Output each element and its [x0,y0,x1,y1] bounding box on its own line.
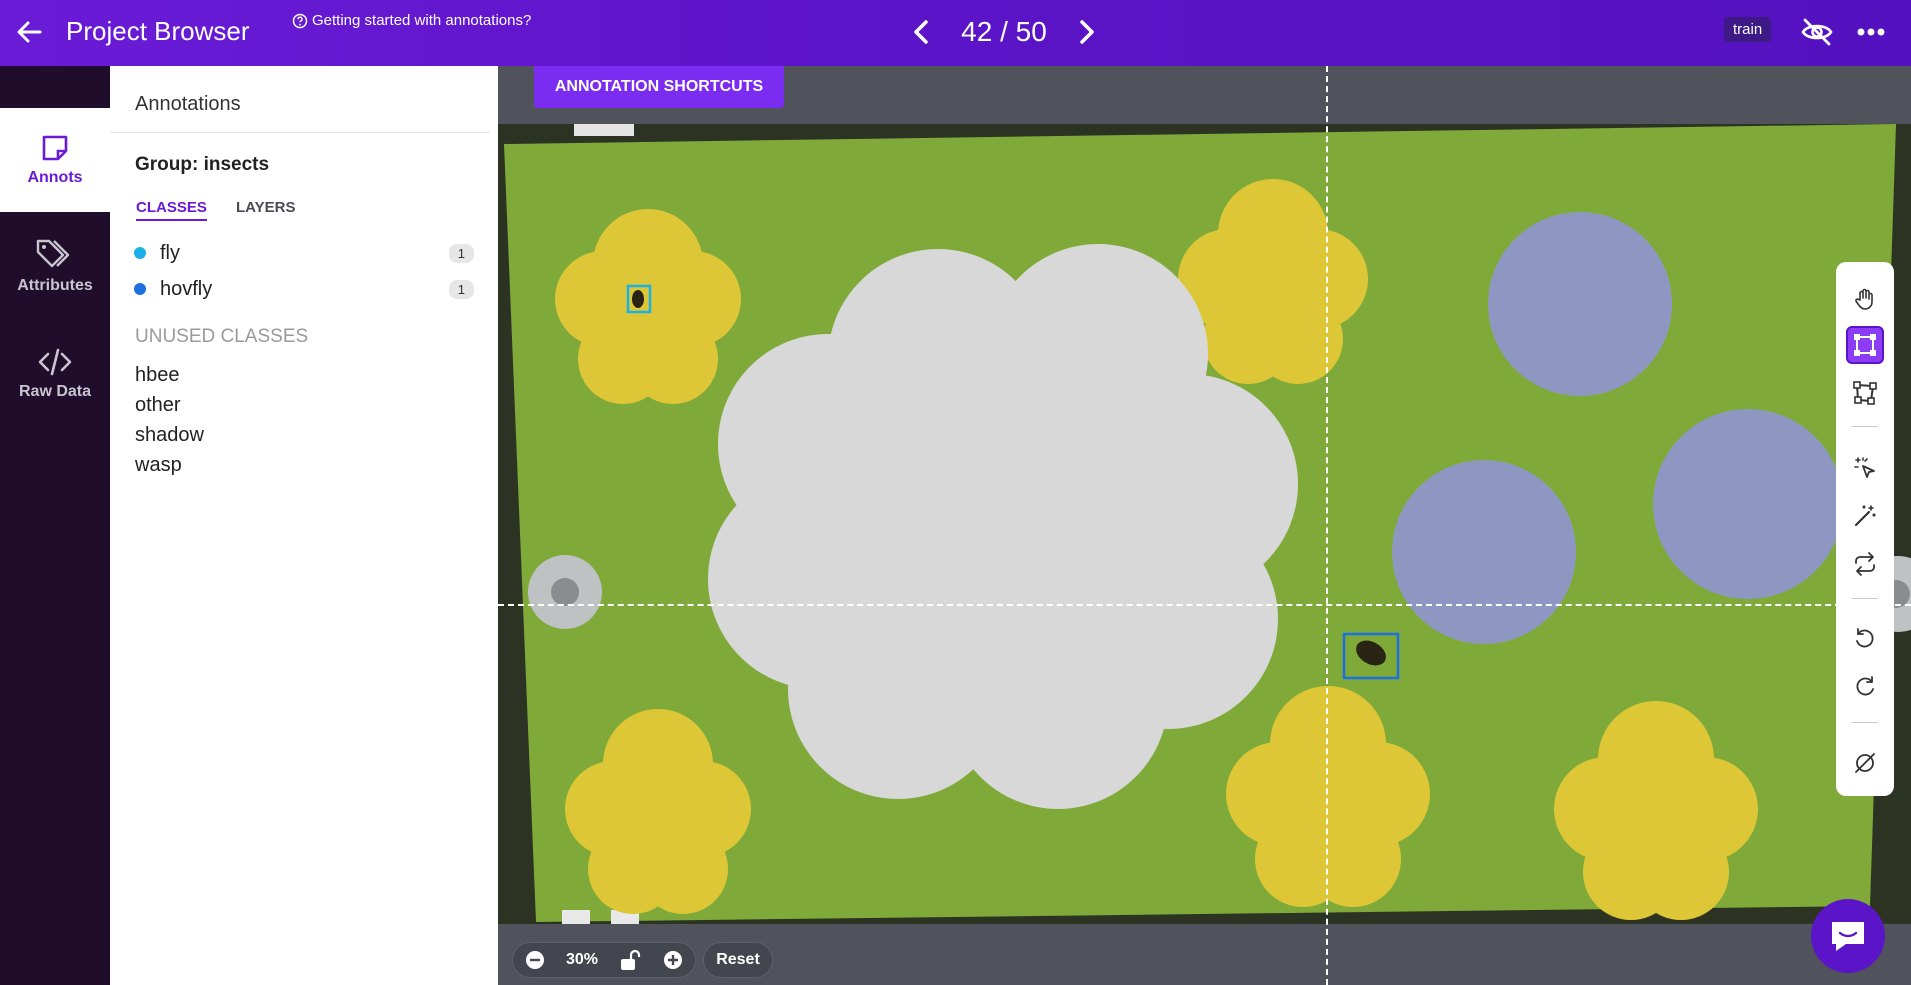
nav-item-raw-data[interactable]: Raw Data [0,322,110,426]
toolbar-divider [1852,598,1878,599]
nav-item-label: Raw Data [18,383,92,400]
magic-select-tool[interactable] [1846,449,1884,487]
tool-toolbar [1836,262,1894,796]
clear-button[interactable] [1846,744,1884,782]
unused-class-other[interactable]: other [135,394,181,417]
class-count-badge: 1 [448,279,474,299]
code-icon [38,348,72,376]
annotated-image [498,124,1911,924]
top-bar: Project Browser Getting started with ann… [0,0,1911,66]
bounding-box-tool[interactable] [1846,326,1884,364]
split-badge[interactable]: train [1724,17,1772,42]
clear-icon [1855,753,1875,773]
unused-class-shadow[interactable]: shadow [135,424,204,447]
previous-image-button[interactable] [906,14,938,50]
magic-wand-tool[interactable] [1846,497,1884,535]
nav-item-label: Annots [27,169,83,186]
nav-item-annots[interactable]: Annots [0,108,110,212]
next-image-button[interactable] [1070,14,1102,50]
zoom-in-button[interactable] [660,947,686,973]
minus-circle-icon [525,951,544,969]
polygon-tool[interactable] [1846,374,1884,412]
annotation-shortcuts-button[interactable]: ANNOTATION SHORTCUTS [534,66,784,108]
group-title: Group: insects [135,154,270,175]
panel-divider [110,132,490,133]
eye-off-icon [1801,18,1833,46]
zoom-out-button[interactable] [522,947,548,973]
back-button[interactable] [12,14,48,50]
toolbar-divider [1852,722,1878,723]
redo-icon [1856,676,1874,696]
toolbar-divider [1852,426,1878,427]
left-navigation: Annots Attributes Raw Data [0,66,110,985]
nav-item-label: Attributes [17,277,93,294]
hand-icon [1855,288,1873,310]
annotation-canvas[interactable]: ANNOTATION SHORTCUTS [498,66,1911,985]
bounding-box-icon [1854,334,1876,356]
unused-class-hbee[interactable]: hbee [135,364,180,387]
help-link-label: Getting started with annotations? [312,12,532,29]
swap-tool[interactable] [1846,545,1884,583]
class-row-hovfly[interactable]: hovfly 1 [134,274,474,304]
hand-tool[interactable] [1846,280,1884,318]
tab-classes[interactable]: CLASSES [136,199,207,221]
chat-button[interactable] [1811,899,1885,973]
unused-classes-title: UNUSED CLASSES [135,326,309,347]
class-row-fly[interactable]: fly 1 [134,238,474,268]
class-name: hovfly [160,277,213,300]
class-name: fly [160,241,180,264]
redo-button[interactable] [1846,668,1884,706]
zoom-controls: 30% [512,942,696,978]
lock-zoom-button[interactable] [616,947,642,973]
unused-class-wasp[interactable]: wasp [135,454,182,477]
more-horizontal-icon [1857,28,1885,36]
chat-bubble-icon [1832,922,1864,951]
chevron-right-icon [1080,20,1094,44]
chevron-left-icon [914,20,928,44]
insect-fly [632,290,644,308]
zoom-level: 30% [565,951,598,968]
help-link[interactable]: Getting started with annotations? [292,12,531,29]
undo-icon [1856,628,1874,648]
class-count-badge: 1 [448,243,474,263]
sticky-note-icon [42,135,68,161]
class-color-dot [134,247,146,259]
crosshair-vertical [1326,66,1328,985]
panel-title: Annotations [135,93,241,115]
magic-wand-icon [1854,505,1876,527]
toggle-visibility-button[interactable] [1798,13,1836,51]
question-circle-icon [292,13,308,28]
plus-circle-icon [663,951,682,969]
tags-icon [36,239,70,268]
nav-item-attributes[interactable]: Attributes [0,214,110,318]
polygon-icon [1853,381,1877,405]
metal-bolt [528,555,602,629]
magic-select-icon [1854,457,1875,478]
page-title: Project Browser [66,16,250,46]
image-counter: 42 / 50 [961,16,1047,47]
annotations-panel: Annotations Group: insects CLASSES LAYER… [110,66,498,985]
arrow-left-icon [17,21,42,43]
undo-button[interactable] [1846,620,1884,658]
unlock-icon [620,949,641,970]
crosshair-horizontal [498,604,1911,606]
reset-zoom-button[interactable]: Reset [703,942,773,978]
more-options-button[interactable] [1852,14,1890,50]
class-color-dot [134,283,146,295]
swap-icon [1855,552,1875,576]
tab-layers[interactable]: LAYERS [236,199,295,216]
